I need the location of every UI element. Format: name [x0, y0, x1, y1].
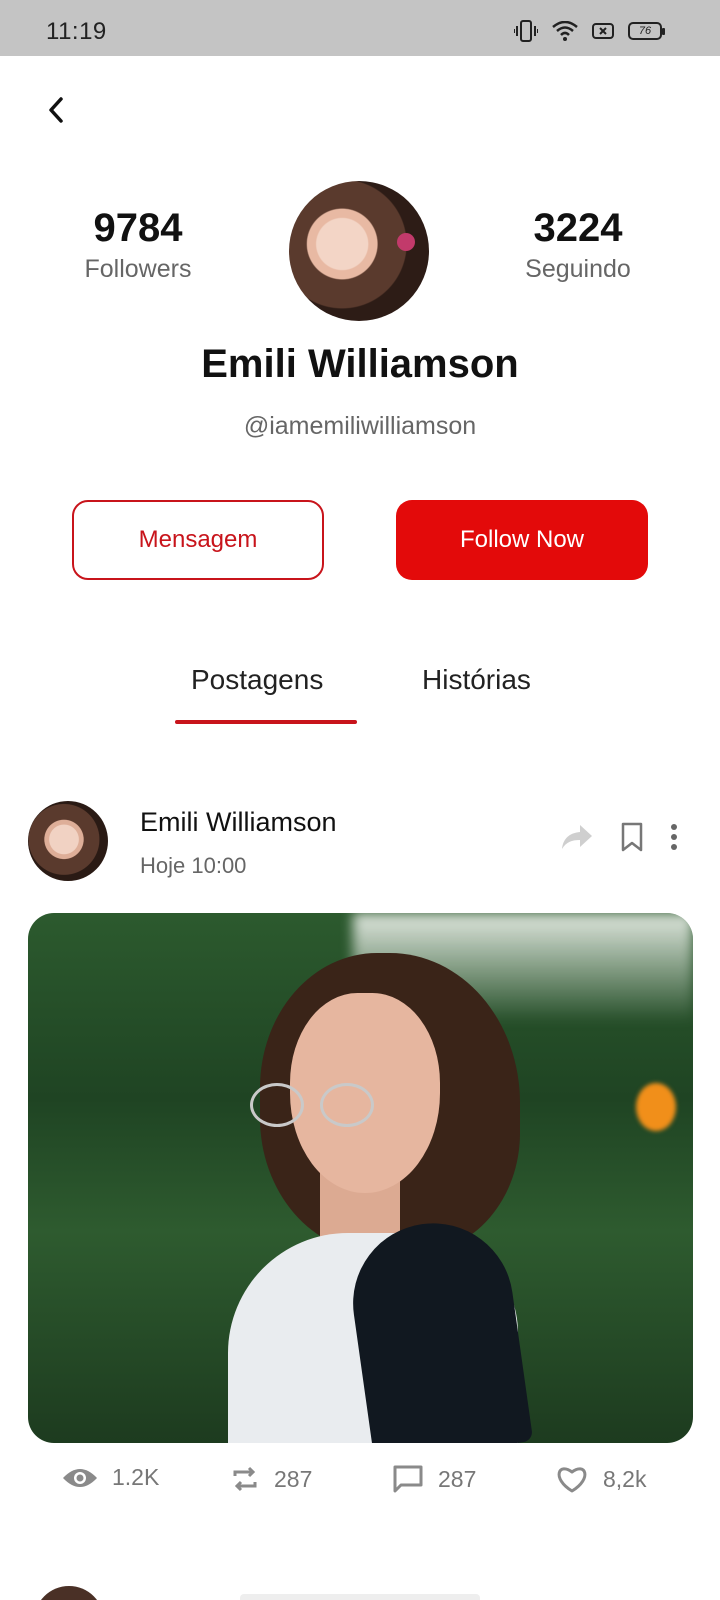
share-icon[interactable] [560, 823, 594, 851]
back-button[interactable] [38, 92, 74, 128]
followers-stat[interactable]: 9784 Followers [38, 206, 238, 284]
status-icons: 76 [514, 20, 665, 42]
reposts-metric[interactable]: 287 [230, 1464, 312, 1494]
comment-icon [393, 1465, 423, 1493]
chevron-left-icon [49, 97, 63, 123]
status-time: 11:19 [46, 18, 107, 45]
comments-count: 287 [438, 1465, 477, 1492]
more-options-icon[interactable] [670, 823, 678, 851]
message-button[interactable]: Mensagem [72, 500, 324, 580]
views-count: 1.2K [112, 1464, 160, 1490]
comments-metric[interactable]: 287 [392, 1464, 476, 1494]
following-label: Seguindo [525, 255, 631, 283]
profile-name: Emili Williamson [201, 342, 519, 386]
repost-icon [233, 1466, 257, 1492]
avatar-decoration [397, 233, 415, 251]
followers-count: 9784 [93, 206, 183, 250]
likes-count: 8,2k [603, 1465, 647, 1492]
post-actions [560, 822, 678, 852]
tab-posts[interactable]: Postagens [191, 664, 323, 696]
battery-icon: 76 [628, 22, 665, 40]
reposts-count: 287 [274, 1465, 313, 1492]
image-glasses-right [320, 1083, 374, 1127]
vibrate-icon [514, 20, 538, 42]
post-author-name[interactable]: Emili Williamson [140, 807, 337, 838]
heart-icon [557, 1467, 587, 1493]
following-stat[interactable]: 3224 Seguindo [478, 206, 678, 284]
status-bar: 11:19 76 [0, 0, 720, 56]
bookmark-icon[interactable] [620, 822, 644, 852]
post-timestamp: Hoje 10:00 [140, 853, 247, 878]
next-post-avatar[interactable] [34, 1586, 104, 1600]
views-metric[interactable]: 1.2K [62, 1464, 159, 1491]
followers-label: Followers [84, 255, 192, 283]
eye-icon [63, 1468, 97, 1487]
post-image[interactable] [28, 913, 693, 1443]
follow-button[interactable]: Follow Now [396, 500, 648, 580]
following-count: 3224 [533, 206, 623, 250]
profile-handle: @iamemiliwilliamson [243, 412, 477, 440]
sim-icon [592, 22, 614, 40]
likes-metric[interactable]: 8,2k [555, 1464, 646, 1494]
active-tab-indicator [175, 720, 357, 724]
tab-stories[interactable]: Histórias [422, 664, 531, 696]
next-post-placeholder [240, 1594, 480, 1600]
wifi-icon [552, 21, 578, 41]
profile-avatar[interactable] [289, 181, 429, 321]
image-glasses-left [250, 1083, 304, 1127]
post-author-avatar[interactable] [28, 801, 108, 881]
image-bokeh [636, 1083, 676, 1131]
